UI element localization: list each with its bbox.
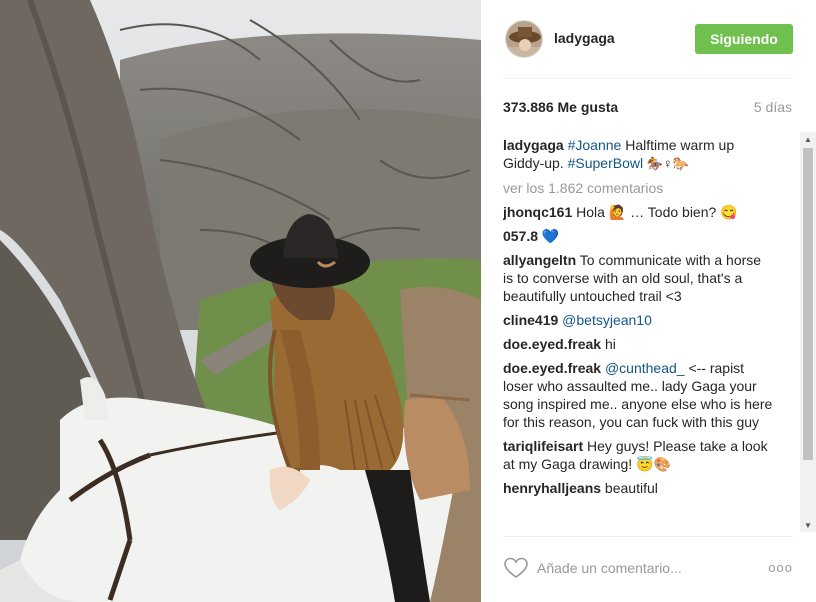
avatar-image (506, 21, 542, 57)
caption: ladygaga #Joanne Halftime warm up Giddy-… (503, 136, 775, 173)
heart-outline-icon[interactable] (503, 556, 529, 580)
scroll-up-arrow-icon[interactable]: ▲ (800, 132, 816, 146)
post-photo[interactable] (0, 0, 481, 602)
header-divider (503, 78, 793, 79)
comment: tariqlifeisart Hey guys! Please take a l… (503, 437, 775, 473)
likes-count[interactable]: 373.886 Me gusta (503, 99, 618, 115)
caption-username[interactable]: ladygaga (503, 137, 564, 153)
comment-username[interactable]: doe.eyed.freak (503, 336, 601, 352)
comment-text: hi (601, 336, 616, 352)
caption-emoji: 🏇♀🐎 (643, 156, 689, 171)
add-comment-input[interactable] (537, 557, 747, 579)
comment-text: Hola 🙋 … Todo bien? 😋 (572, 204, 738, 220)
following-button[interactable]: Siguiendo (695, 24, 793, 54)
comments-list: ladygaga #Joanne Halftime warm up Giddy-… (503, 136, 775, 528)
comment: cline419 @betsyjean10 (503, 311, 775, 329)
photo-illustration (0, 0, 481, 602)
comment-mention[interactable]: @cunthead_ (601, 360, 685, 376)
comment-username[interactable]: allyangeltn (503, 252, 576, 268)
comment-username[interactable]: jhonqc161 (503, 204, 572, 220)
comment-mention[interactable]: @betsyjean10 (558, 312, 652, 328)
more-options-icon[interactable]: ooo (768, 560, 793, 575)
comment: allyangeltn To communicate with a horse … (503, 251, 775, 305)
scrollbar-thumb[interactable] (803, 148, 813, 460)
comment-username[interactable]: cline419 (503, 312, 558, 328)
instagram-post-modal: ladygaga Siguiendo 373.886 Me gusta 5 dí… (0, 0, 816, 602)
comment-username[interactable]: 057.8 (503, 228, 538, 244)
comment: doe.eyed.freak hi (503, 335, 775, 353)
comment-username[interactable]: doe.eyed.freak (503, 360, 601, 376)
comments-scrollbar[interactable]: ▲ ▼ (800, 132, 816, 532)
post-author-username[interactable]: ladygaga (554, 30, 615, 46)
view-all-comments-link[interactable]: ver los 1.862 comentarios (503, 179, 775, 197)
comment: 057.8 💙 (503, 227, 775, 245)
footer-divider (503, 536, 793, 537)
comment-text: beautiful (601, 480, 658, 496)
post-age[interactable]: 5 días (754, 99, 792, 115)
comment-text: 💙 (538, 228, 560, 244)
comment-username[interactable]: henryhalljeans (503, 480, 601, 496)
hashtag-superbowl[interactable]: #SuperBowl (568, 155, 644, 171)
hashtag-joanne[interactable]: #Joanne (568, 137, 622, 153)
profile-avatar[interactable] (505, 20, 543, 58)
scroll-down-arrow-icon[interactable]: ▼ (800, 518, 816, 532)
comment: henryhalljeans beautiful (503, 479, 775, 497)
comment-username[interactable]: tariqlifeisart (503, 438, 583, 454)
comment-composer: ooo (503, 552, 793, 584)
post-details-panel: ladygaga Siguiendo 373.886 Me gusta 5 dí… (481, 0, 816, 602)
comment: jhonqc161 Hola 🙋 … Todo bien? 😋 (503, 203, 775, 221)
comment: doe.eyed.freak @cunthead_ <-- rapist los… (503, 359, 775, 431)
post-header: ladygaga Siguiendo (503, 18, 793, 62)
